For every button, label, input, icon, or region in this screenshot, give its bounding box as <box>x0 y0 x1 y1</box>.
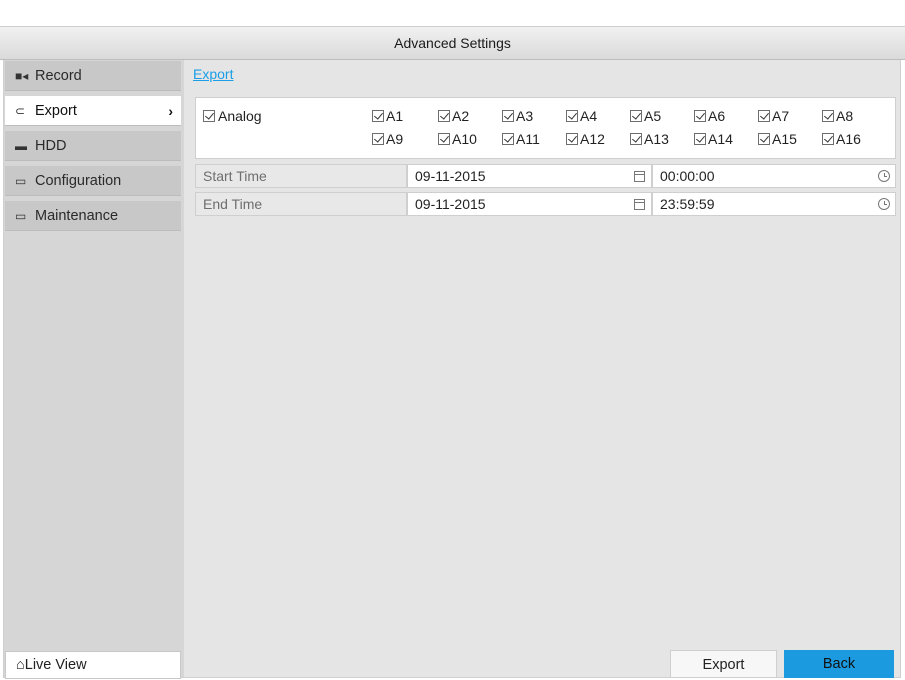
channel-checkbox-a7[interactable]: A7 <box>758 108 789 124</box>
live-view-label: Live View <box>24 657 87 673</box>
end-date-field[interactable]: 09-11-2015 <box>407 192 652 216</box>
channel-checkbox-a14[interactable]: A14 <box>694 131 733 147</box>
channel-label: A5 <box>644 108 662 124</box>
channel-checkbox-a12[interactable]: A12 <box>566 131 605 147</box>
channel-label: A14 <box>708 131 733 147</box>
channel-checkbox-a15[interactable]: A15 <box>758 131 797 147</box>
channel-checkbox-a10[interactable]: A10 <box>438 131 477 147</box>
channel-checkbox-a3[interactable]: A3 <box>502 108 533 124</box>
start-date-field[interactable]: 09-11-2015 <box>407 164 652 188</box>
channel-checkbox-a2[interactable]: A2 <box>438 108 469 124</box>
channel-checkbox-a4[interactable]: A4 <box>566 108 597 124</box>
hdd-icon: ▬ <box>15 138 27 153</box>
channel-label: A16 <box>836 131 861 147</box>
sidebar-item-label: Record <box>35 67 82 84</box>
clock-icon[interactable] <box>878 170 890 182</box>
checkbox-icon <box>438 110 450 122</box>
start-time-row: Start Time 09-11-2015 00:00:00 <box>195 164 896 188</box>
sidebar-item-label: Export <box>35 102 77 119</box>
channel-checkbox-a8[interactable]: A8 <box>822 108 853 124</box>
channel-label: A13 <box>644 131 669 147</box>
channel-label: A15 <box>772 131 797 147</box>
start-date-value: 09-11-2015 <box>415 168 486 184</box>
window-title: Advanced Settings <box>0 26 905 60</box>
sidebar-item-export[interactable]: ⊂ Export › <box>5 96 181 126</box>
channel-label: A9 <box>386 131 404 147</box>
clock-icon[interactable] <box>878 198 890 210</box>
sidebar-item-label: Configuration <box>35 172 122 189</box>
calendar-icon[interactable] <box>634 199 645 210</box>
checkbox-icon <box>566 110 578 122</box>
checkbox-icon <box>630 133 642 145</box>
checkbox-icon <box>758 133 770 145</box>
channel-label: A4 <box>580 108 598 124</box>
channel-label: A6 <box>708 108 726 124</box>
start-time-field[interactable]: 00:00:00 <box>652 164 896 188</box>
camera-icon: ■◂ <box>15 68 29 83</box>
maintenance-icon: ▭ <box>15 208 27 223</box>
channel-checkbox-a11[interactable]: A11 <box>502 131 540 147</box>
channel-checkbox-a13[interactable]: A13 <box>630 131 669 147</box>
sidebar-item-maintenance[interactable]: ▭ Maintenance <box>5 201 181 231</box>
start-time-value: 00:00:00 <box>660 168 715 184</box>
home-icon: ⌂ <box>16 657 25 673</box>
channel-checkbox-a6[interactable]: A6 <box>694 108 725 124</box>
advanced-settings-window: Advanced Settings ■◂ Record ⊂ Export › ▬… <box>0 0 905 680</box>
live-view-button[interactable]: ⌂ Live View <box>5 651 181 679</box>
channel-label: A11 <box>516 131 540 147</box>
configuration-icon: ▭ <box>15 173 27 188</box>
end-time-value: 23:59:59 <box>660 196 715 212</box>
export-button[interactable]: Export <box>670 650 777 678</box>
checkbox-icon <box>630 110 642 122</box>
export-icon: ⊂ <box>15 103 26 118</box>
checkbox-icon <box>822 133 834 145</box>
channel-label: A3 <box>516 108 534 124</box>
channel-label: A8 <box>836 108 854 124</box>
checkbox-icon <box>694 133 706 145</box>
sidebar-item-label: HDD <box>35 137 67 154</box>
checkbox-icon <box>566 133 578 145</box>
channel-checkbox-a9[interactable]: A9 <box>372 131 403 147</box>
start-time-label: Start Time <box>195 164 407 188</box>
channel-label: A10 <box>452 131 477 147</box>
checkbox-icon <box>372 110 384 122</box>
end-date-value: 09-11-2015 <box>415 196 486 212</box>
tab-export[interactable]: Export <box>193 66 233 82</box>
checkbox-icon <box>502 110 514 122</box>
sidebar-item-hdd[interactable]: ▬ HDD <box>5 131 181 161</box>
end-time-row: End Time 09-11-2015 23:59:59 <box>195 192 896 216</box>
channel-checkbox-a5[interactable]: A5 <box>630 108 661 124</box>
channel-selection-box <box>195 97 896 159</box>
checkbox-icon <box>502 133 514 145</box>
channel-checkbox-a1[interactable]: A1 <box>372 108 403 124</box>
checkbox-icon <box>372 133 384 145</box>
channel-label: A7 <box>772 108 790 124</box>
sidebar-item-record[interactable]: ■◂ Record <box>5 61 181 91</box>
analog-label: Analog <box>218 108 262 124</box>
checkbox-icon <box>694 110 706 122</box>
end-time-label: End Time <box>195 192 407 216</box>
sidebar-item-label: Maintenance <box>35 207 119 224</box>
sidebar-item-configuration[interactable]: ▭ Configuration <box>5 166 181 196</box>
channel-label: A2 <box>452 108 470 124</box>
calendar-icon[interactable] <box>634 171 645 182</box>
channel-checkbox-a16[interactable]: A16 <box>822 131 861 147</box>
chevron-right-icon: › <box>168 103 173 119</box>
analog-checkbox[interactable]: Analog <box>203 108 262 124</box>
channel-label: A1 <box>386 108 404 124</box>
checkbox-icon <box>822 110 834 122</box>
checkbox-icon <box>203 110 215 122</box>
back-button[interactable]: Back <box>784 650 894 678</box>
end-time-field[interactable]: 23:59:59 <box>652 192 896 216</box>
checkbox-icon <box>758 110 770 122</box>
checkbox-icon <box>438 133 450 145</box>
channel-label: A12 <box>580 131 605 147</box>
